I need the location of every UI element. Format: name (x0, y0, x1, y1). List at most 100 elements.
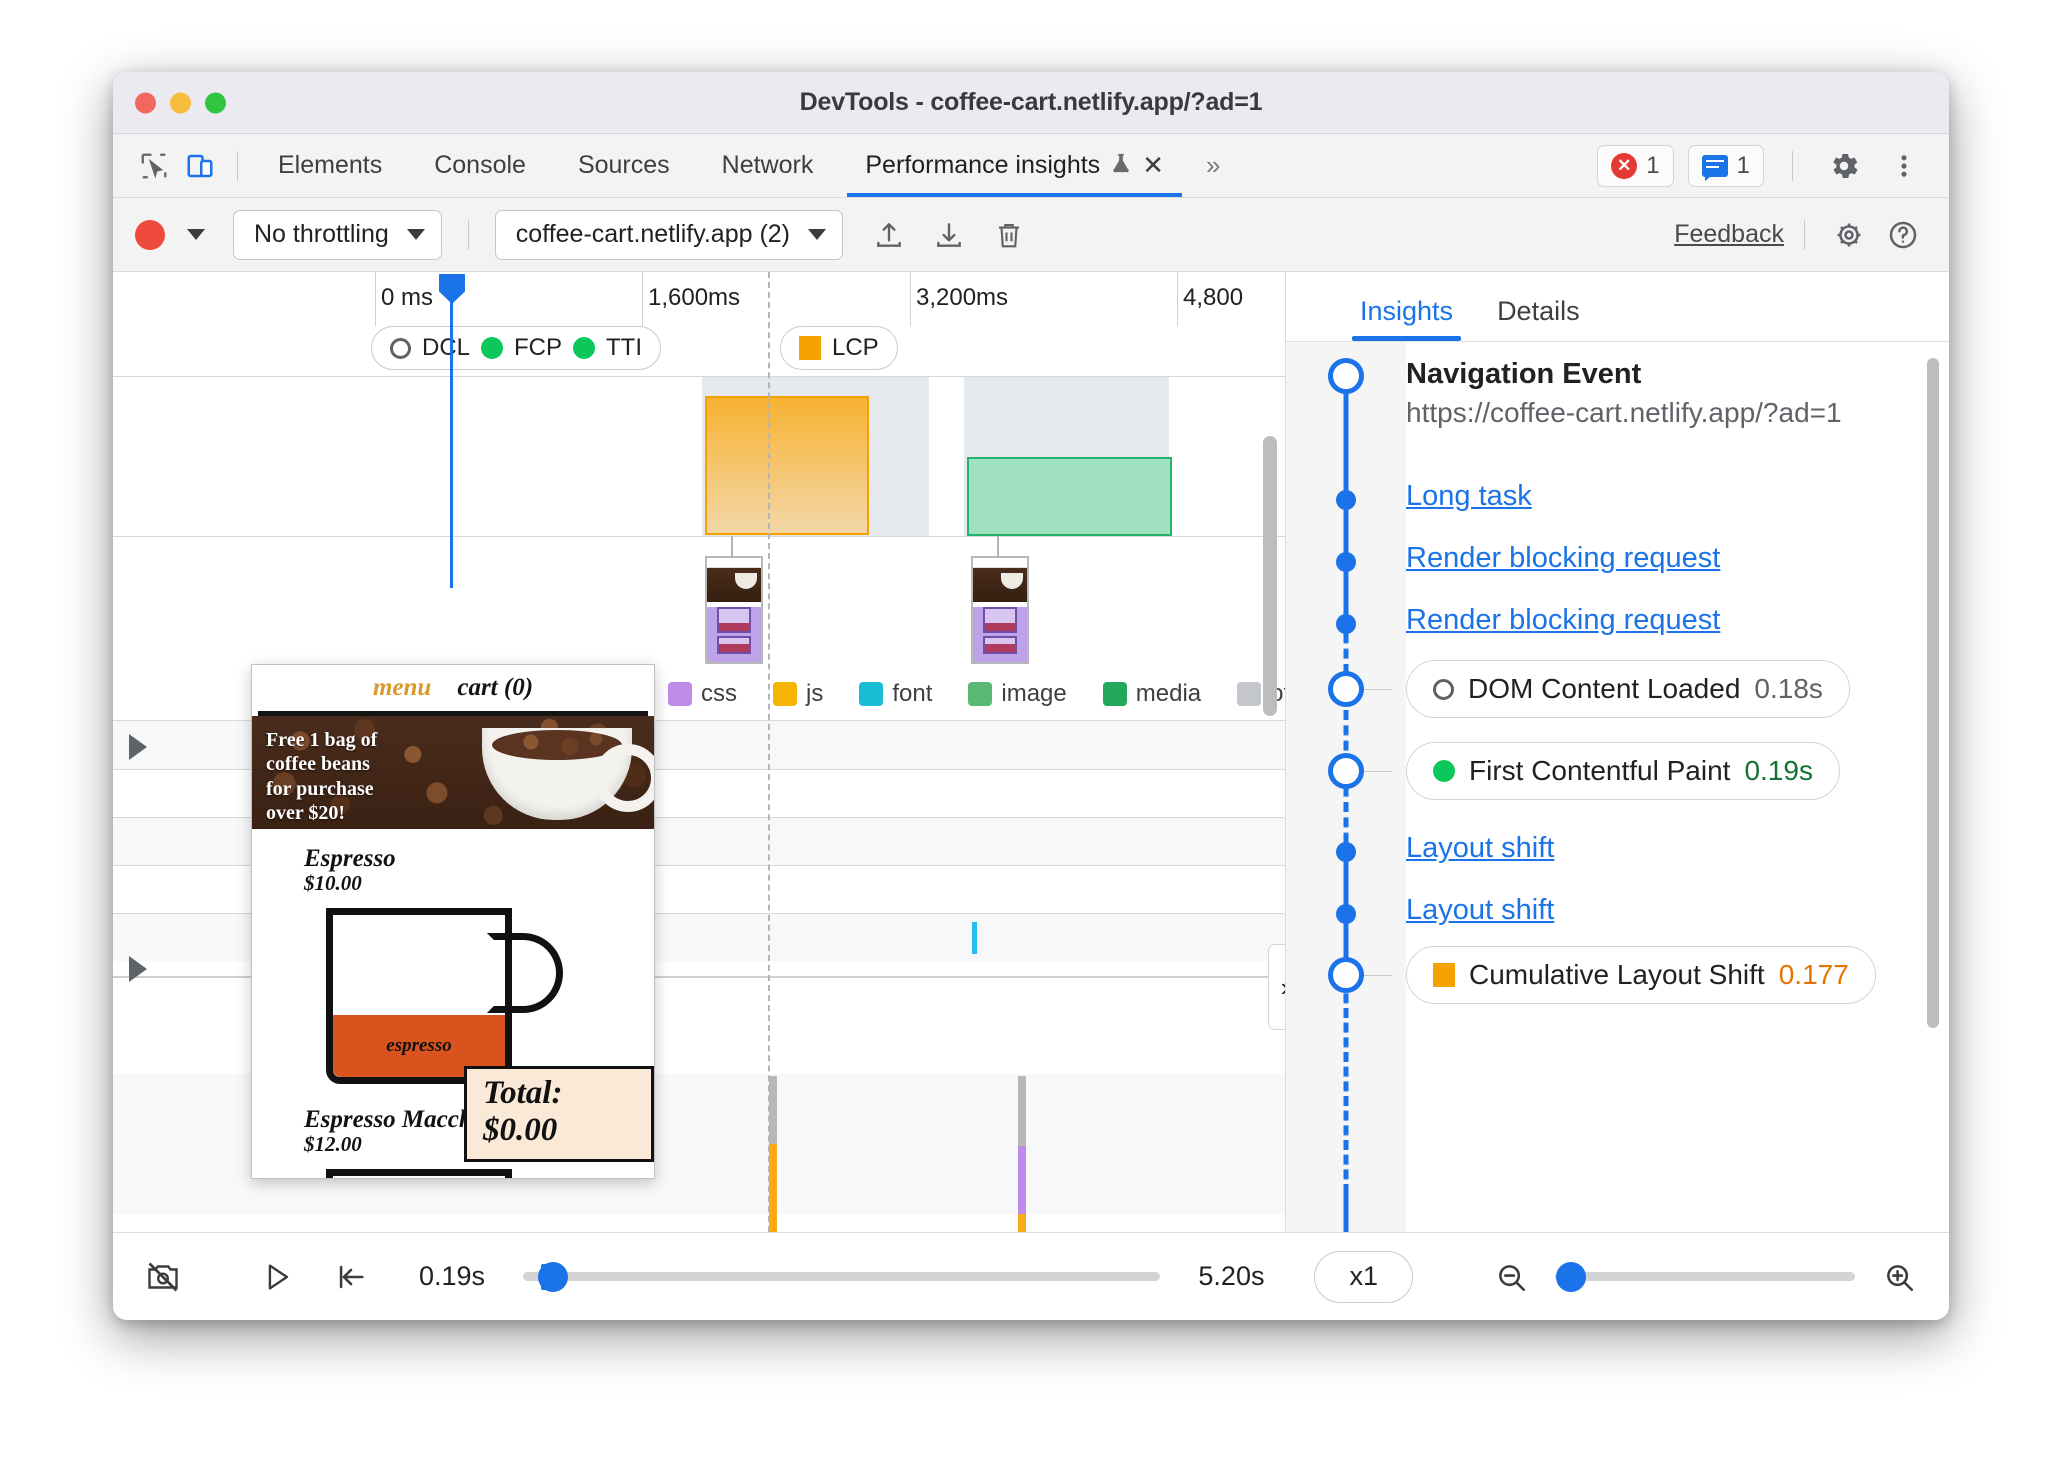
request-bar-font[interactable] (972, 922, 977, 954)
window-title: DevTools - coffee-cart.netlify.app/?ad=1 (799, 88, 1263, 116)
time-end-label: 5.20s (1198, 1261, 1265, 1291)
kebab-menu-icon[interactable] (1881, 144, 1927, 188)
screenshots-off-icon[interactable] (139, 1253, 187, 1301)
close-tab-icon[interactable]: ✕ (1142, 150, 1164, 181)
insight-node-3 (1286, 604, 1406, 634)
device-toolbar-icon[interactable] (177, 144, 223, 188)
filmstrip-thumb-2[interactable] (971, 556, 1029, 664)
timeline-markers: DCL FCP TTI LCP (113, 326, 1285, 374)
capture-settings-icon[interactable] (1825, 211, 1873, 259)
insight-first-contentful-paint[interactable]: First Contentful Paint 0.19s (1286, 742, 1949, 800)
zoom-in-icon[interactable] (1875, 1253, 1923, 1301)
timeline-scroll-thumb[interactable] (1263, 436, 1277, 716)
square-orange-icon-cls (1433, 963, 1455, 987)
insights-scroll-thumb[interactable] (1927, 358, 1939, 1028)
gear-icon[interactable] (1821, 144, 1867, 188)
screenshot-preview-popup: menu cart (0) Free 1 bag of coffee beans… (251, 664, 655, 1179)
throttling-select[interactable]: No throttling (233, 209, 442, 260)
chevron-down-icon-2 (808, 229, 827, 240)
toolbar-divider (237, 150, 238, 181)
insights-scrollbar[interactable] (1927, 358, 1939, 1204)
track-expand-1[interactable] (129, 734, 147, 760)
rail-segment-2 (1343, 618, 1349, 858)
tab-elements[interactable]: Elements (252, 134, 408, 197)
lcp-candidate-block[interactable] (705, 396, 869, 535)
metric-pill-dcl[interactable]: DOM Content Loaded 0.18s (1406, 660, 1850, 718)
zoom-slider[interactable] (1555, 1261, 1855, 1292)
tab-sources[interactable]: Sources (552, 134, 696, 197)
insight-dom-content-loaded[interactable]: DOM Content Loaded 0.18s (1286, 660, 1949, 718)
tab-performance-insights[interactable]: Performance insights ✕ (839, 134, 1190, 197)
preview-product-1-mug: macchiato (326, 1169, 512, 1178)
zoom-window-button[interactable] (205, 92, 226, 113)
insight-render-blocking-1-link[interactable]: Render blocking request (1406, 542, 1720, 575)
zoom-out-icon[interactable] (1487, 1253, 1535, 1301)
close-window-button[interactable] (135, 92, 156, 113)
insight-layout-shift-2[interactable]: Layout shift (1286, 894, 1949, 927)
minimize-window-button[interactable] (170, 92, 191, 113)
timeline-pane[interactable]: 0 ms 1,600ms 3,200ms 4,800 DCL FCP TTI L… (113, 272, 1286, 1232)
ruler-tick-3: 4,800 (1183, 284, 1244, 311)
insight-render-blocking-2-link[interactable]: Render blocking request (1406, 604, 1720, 637)
hover-time-indicator (768, 272, 770, 1232)
insight-layout-shift-1-link[interactable]: Layout shift (1406, 832, 1554, 865)
marker-pill-lcp[interactable]: LCP (780, 326, 898, 370)
tab-insights-label: Insights (1360, 296, 1454, 326)
ruler-tick-1: 1,600ms (648, 284, 741, 311)
help-icon[interactable] (1879, 211, 1927, 259)
preview-product-0-price: $10.00 (304, 871, 362, 895)
metric-pill-cls[interactable]: Cumulative Layout Shift 0.177 (1406, 946, 1876, 1004)
thumb-connector-1 (731, 536, 733, 558)
download-icon[interactable] (925, 211, 973, 259)
tab-console[interactable]: Console (408, 134, 552, 197)
collapse-sidebar-button[interactable]: › (1268, 944, 1285, 1030)
trash-icon[interactable] (985, 211, 1033, 259)
insight-navigation-title: Navigation Event (1406, 358, 1642, 390)
request-bar-other-1[interactable] (769, 1076, 777, 1144)
legend-item-font: font (859, 680, 932, 708)
metric-dcl-label: DOM Content Loaded (1468, 673, 1741, 704)
request-bar-css-1[interactable] (1018, 1146, 1026, 1214)
metric-fcp-label: First Contentful Paint (1469, 755, 1731, 786)
tab-insights[interactable]: Insights (1338, 296, 1475, 341)
message-count-badge[interactable]: 1 (1687, 144, 1764, 187)
jump-to-start-icon[interactable] (327, 1253, 375, 1301)
insight-long-task-link[interactable]: Long task (1406, 480, 1532, 513)
tab-sources-label: Sources (577, 151, 670, 179)
feedback-link[interactable]: Feedback (1674, 220, 1784, 249)
playback-speed-button[interactable]: x1 (1314, 1250, 1413, 1303)
record-button[interactable] (135, 219, 165, 250)
insight-long-task[interactable]: Long task (1286, 480, 1949, 513)
insight-layout-shift-2-link[interactable]: Layout shift (1406, 894, 1554, 927)
error-count-badge[interactable]: ✕ 1 (1597, 144, 1674, 187)
timeline-ruler[interactable]: 0 ms 1,600ms 3,200ms 4,800 (113, 272, 1285, 326)
time-range-knob[interactable] (538, 1261, 569, 1292)
metric-pill-fcp[interactable]: First Contentful Paint 0.19s (1406, 742, 1840, 800)
tab-details[interactable]: Details (1475, 296, 1602, 341)
zoom-slider-knob[interactable] (1556, 1261, 1586, 1292)
track-expand-2[interactable] (129, 956, 147, 982)
target-select[interactable]: coffee-cart.netlify.app (2) (494, 209, 844, 260)
marker-fcp-label: FCP (514, 334, 563, 361)
insight-navigation-event[interactable]: Navigation Event https://coffee-cart.net… (1286, 358, 1949, 429)
upload-icon[interactable] (865, 211, 913, 259)
record-options-caret[interactable] (187, 229, 205, 240)
paint-block[interactable] (967, 457, 1172, 536)
timeline-scrollbar[interactable] (1263, 436, 1277, 1218)
request-bar-js-1[interactable] (769, 1144, 777, 1232)
marker-pill-dcl-fcp-tti[interactable]: DCL FCP TTI (371, 326, 662, 370)
more-tabs-icon[interactable]: » (1190, 150, 1236, 181)
request-bar-js-2[interactable] (1018, 1214, 1026, 1232)
insight-render-blocking-1[interactable]: Render blocking request (1286, 542, 1949, 575)
preview-total: Total: $0.00 (464, 1066, 654, 1162)
time-range-slider[interactable] (523, 1261, 1161, 1292)
request-bar-other-2[interactable] (1018, 1076, 1026, 1146)
inspect-cursor-icon[interactable] (131, 144, 177, 188)
tab-network[interactable]: Network (696, 134, 840, 197)
insights-list[interactable]: Navigation Event https://coffee-cart.net… (1286, 342, 1949, 1232)
filmstrip-thumb-1[interactable] (705, 556, 763, 664)
insight-layout-shift-1[interactable]: Layout shift (1286, 832, 1949, 865)
insight-render-blocking-2[interactable]: Render blocking request (1286, 604, 1949, 637)
insight-cumulative-layout-shift[interactable]: Cumulative Layout Shift 0.177 (1286, 946, 1949, 1004)
play-icon[interactable] (253, 1253, 301, 1301)
